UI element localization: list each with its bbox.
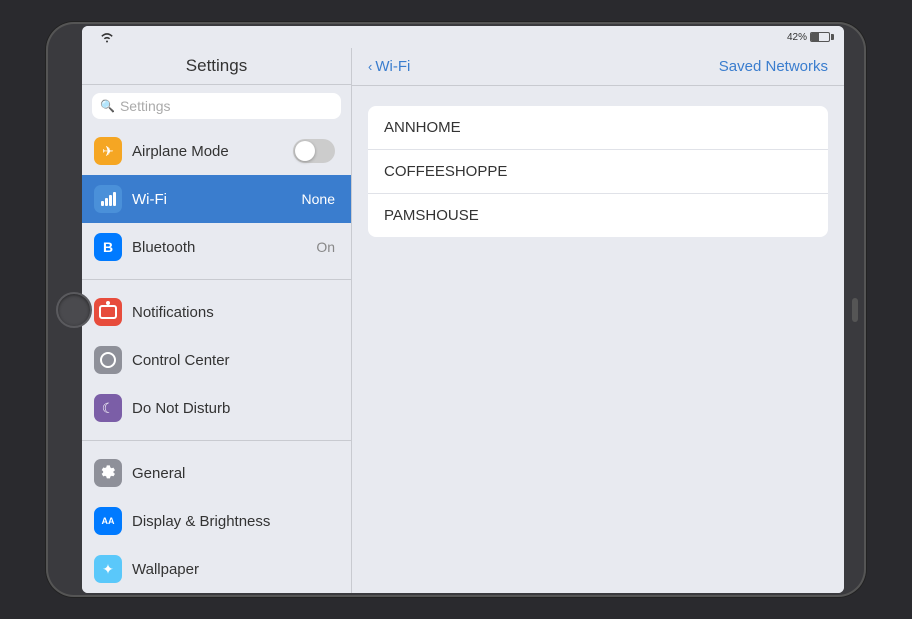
wifi-value: None: [302, 191, 335, 207]
control-center-icon: [94, 346, 122, 374]
do-not-disturb-icon: ☾: [94, 394, 122, 422]
wifi-label: Wi-Fi: [132, 191, 302, 208]
network-list: ANNHOME COFFEESHOPPE PAMSHOUSE: [368, 106, 828, 237]
battery-info: 42%: [787, 32, 834, 43]
notif-bell: [99, 305, 117, 319]
sidebar-item-bluetooth[interactable]: B Bluetooth On: [82, 223, 351, 271]
content-area: Settings 🔍 Settings ✈ Airpl: [82, 48, 844, 593]
back-link[interactable]: ‹ Wi-Fi: [368, 58, 410, 75]
search-wrapper[interactable]: 🔍 Settings: [92, 93, 341, 119]
status-wifi-icon: [100, 31, 114, 43]
wifi-bar-3: [109, 195, 112, 206]
general-icon: [94, 459, 122, 487]
network-item-annhome[interactable]: ANNHOME: [368, 106, 828, 150]
network-name-coffeeshoppe: COFFEESHOPPE: [384, 163, 507, 180]
airplane-glyph: ✈: [102, 143, 114, 160]
search-icon: 🔍: [100, 99, 115, 113]
bluetooth-label: Bluetooth: [132, 239, 316, 256]
cc-circle: [100, 352, 116, 368]
status-bar: 42%: [82, 26, 844, 48]
notifications-icon: [94, 298, 122, 326]
display-icon: AA: [94, 507, 122, 535]
gear-svg: [99, 464, 117, 482]
settings-group-notifications: Notifications Control Center ☾: [82, 279, 351, 432]
side-button[interactable]: [852, 298, 858, 322]
chevron-left-icon: ‹: [368, 59, 372, 74]
wifi-icon: [94, 185, 122, 213]
control-center-label: Control Center: [132, 352, 339, 369]
settings-group-connectivity: ✈ Airplane Mode: [82, 127, 351, 271]
airplane-mode-toggle[interactable]: [293, 139, 335, 163]
moon-glyph: ☾: [102, 400, 115, 417]
general-label: General: [132, 465, 339, 482]
search-input[interactable]: Settings: [120, 98, 171, 114]
network-name-annhome: ANNHOME: [384, 119, 461, 136]
panel-header: ‹ Wi-Fi Saved Networks: [352, 48, 844, 86]
sidebar-item-general[interactable]: General: [82, 449, 351, 497]
wifi-bar-2: [105, 198, 108, 206]
airplane-mode-label: Airplane Mode: [132, 143, 293, 160]
network-name-pamshouse: PAMSHOUSE: [384, 207, 479, 224]
sidebar-item-airplane-mode[interactable]: ✈ Airplane Mode: [82, 127, 351, 175]
network-list-container: ANNHOME COFFEESHOPPE PAMSHOUSE: [352, 86, 844, 257]
sidebar-title: Settings: [82, 48, 351, 85]
sidebar-item-notifications[interactable]: Notifications: [82, 288, 351, 336]
sidebar-item-display[interactable]: AA Display & Brightness: [82, 497, 351, 545]
screen: 42% Settings 🔍 Settings: [82, 26, 844, 593]
network-item-coffeeshoppe[interactable]: COFFEESHOPPE: [368, 150, 828, 194]
sidebar-item-do-not-disturb[interactable]: ☾ Do Not Disturb: [82, 384, 351, 432]
wifi-bar-4: [113, 192, 116, 206]
settings-list: ✈ Airplane Mode: [82, 127, 351, 593]
device-frame: 42% Settings 🔍 Settings: [46, 22, 866, 597]
status-left: [92, 31, 787, 43]
display-label: Display & Brightness: [132, 513, 339, 530]
bluetooth-icon: B: [94, 233, 122, 261]
battery-icon: [810, 32, 834, 42]
saved-networks-button[interactable]: Saved Networks: [719, 58, 828, 75]
wallpaper-icon: ✦: [94, 555, 122, 583]
main-panel: ‹ Wi-Fi Saved Networks ANNHOME COFFEESHO…: [352, 48, 844, 593]
sidebar-item-wallpaper[interactable]: ✦ Wallpaper: [82, 545, 351, 593]
wallpaper-glyph: ✦: [102, 561, 114, 578]
wallpaper-label: Wallpaper: [132, 561, 339, 578]
bluetooth-value: On: [316, 239, 335, 255]
sidebar-item-control-center[interactable]: Control Center: [82, 336, 351, 384]
sidebar-item-wifi[interactable]: Wi-Fi None: [82, 175, 351, 223]
network-item-pamshouse[interactable]: PAMSHOUSE: [368, 194, 828, 237]
bluetooth-glyph: B: [103, 239, 113, 255]
do-not-disturb-label: Do Not Disturb: [132, 400, 339, 417]
search-bar: 🔍 Settings: [82, 85, 351, 127]
notifications-label: Notifications: [132, 304, 339, 321]
wifi-bars: [101, 192, 116, 206]
wifi-bar-1: [101, 201, 104, 206]
brightness-glyph: AA: [102, 516, 115, 526]
back-label: Wi-Fi: [375, 58, 410, 75]
airplane-mode-icon: ✈: [94, 137, 122, 165]
toggle-knob: [295, 141, 315, 161]
battery-percent: 42%: [787, 32, 807, 43]
settings-group-general: General AA Display & Brightness ✦: [82, 440, 351, 593]
sidebar: Settings 🔍 Settings ✈ Airpl: [82, 48, 352, 593]
